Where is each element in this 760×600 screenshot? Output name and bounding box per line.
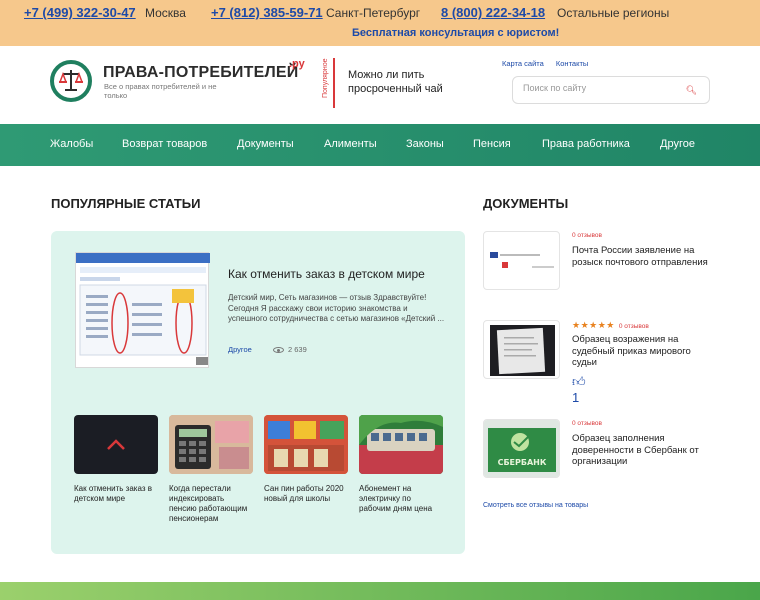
featured-article-description: Детский мир, Сеть магазинов — отзыв Здра… xyxy=(228,293,445,323)
documents-section-title: ДОКУМЕНТЫ xyxy=(483,196,569,211)
article-card-title[interactable]: Сан пин работы 2020 новый для школы xyxy=(264,484,348,504)
nav-complaints[interactable]: Жалобы xyxy=(50,138,93,150)
article-card[interactable]: Как отменить заказ в детском мире xyxy=(74,415,158,504)
region-other-label: Остальные регионы xyxy=(557,6,670,20)
document-rating: ★★★★★ 0 отзывов xyxy=(572,320,649,331)
featured-article-title[interactable]: Как отменить заказ в детском мире xyxy=(228,267,425,281)
eye-icon xyxy=(273,347,284,353)
views-count: 2 639 xyxy=(288,345,307,354)
article-card-image[interactable] xyxy=(359,415,443,474)
featured-article-views: 2 639 xyxy=(273,345,307,354)
scales-logo-icon[interactable] xyxy=(50,60,92,102)
footer-band xyxy=(0,582,760,600)
nav-pension[interactable]: Пенсия xyxy=(473,138,511,150)
document-reviews: 0 отзывов xyxy=(572,420,602,427)
phone-moscow-link[interactable]: +7 (499) 322-30-47 xyxy=(24,5,136,20)
nav-documents[interactable]: Документы xyxy=(237,138,294,150)
top-contact-bar: +7 (499) 322-30-47 Москва +7 (812) 385-5… xyxy=(0,0,760,46)
phone-spb-link[interactable]: +7 (812) 385-59-71 xyxy=(211,5,323,20)
like-button[interactable]: 👍︎ 1 xyxy=(572,374,586,405)
article-card-image[interactable] xyxy=(169,415,253,474)
document-reviews: 0 отзывов xyxy=(572,232,602,239)
featured-article-category[interactable]: Другое xyxy=(228,345,252,354)
nav-worker-rights[interactable]: Права работника xyxy=(542,138,630,150)
main-nav: Жалобы Возврат товаров Документы Алимент… xyxy=(0,124,760,166)
like-count: 1 xyxy=(572,390,580,405)
nav-returns[interactable]: Возврат товаров xyxy=(122,138,207,150)
article-card[interactable]: Когда перестали индексировать пенсию раб… xyxy=(169,415,253,524)
article-card-image[interactable] xyxy=(74,415,158,474)
featured-article-image[interactable] xyxy=(75,252,210,368)
document-reviews: 0 отзывов xyxy=(618,323,649,330)
search-input[interactable] xyxy=(523,83,683,93)
article-card[interactable]: Сан пин работы 2020 новый для школы xyxy=(264,415,348,504)
document-image[interactable] xyxy=(483,320,560,379)
document-title[interactable]: Почта России заявление на розыск почтово… xyxy=(572,245,712,268)
article-card-image[interactable] xyxy=(264,415,348,474)
all-reviews-link[interactable]: Смотреть все отзывы на товары xyxy=(483,502,588,509)
logo-subtitle: Все о правах потребителей и не только xyxy=(104,82,217,100)
header-links: Карта сайта Контакты xyxy=(502,59,588,68)
free-consultation-link[interactable]: Бесплатная консультация с юристом! xyxy=(352,27,559,39)
site-header: ПРАВА-ПОТРЕБИТЕЛЕЙ .ру Все о правах потр… xyxy=(0,46,760,124)
document-image[interactable] xyxy=(483,231,560,290)
article-card-title[interactable]: Когда перестали индексировать пенсию раб… xyxy=(169,484,253,524)
region-spb-label: Санкт-Петербург xyxy=(326,6,421,20)
contacts-link[interactable]: Контакты xyxy=(556,59,588,68)
popular-divider xyxy=(333,58,335,108)
search-icon[interactable]: 🔍︎ xyxy=(686,85,697,96)
popular-articles-panel: Как отменить заказ в детском мире Детски… xyxy=(51,231,465,554)
sitemap-link[interactable]: Карта сайта xyxy=(502,59,544,68)
logo-suffix: .ру xyxy=(289,58,305,70)
thumbs-up-icon: 👍︎ xyxy=(572,374,586,389)
popular-article-link[interactable]: Можно ли пить просроченный чай xyxy=(348,68,478,96)
article-card-title[interactable]: Как отменить заказ в детском мире xyxy=(74,484,158,504)
nav-other[interactable]: Другое xyxy=(660,138,695,150)
nav-alimony[interactable]: Алименты xyxy=(324,138,377,150)
nav-laws[interactable]: Законы xyxy=(406,138,444,150)
logo-title[interactable]: ПРАВА-ПОТРЕБИТЕЛЕЙ xyxy=(103,64,298,82)
region-moscow-label: Москва xyxy=(145,6,186,20)
rating-stars-icon: ★★★★★ xyxy=(572,320,615,330)
article-card[interactable]: Абонемент на электричку по рабочим дням … xyxy=(359,415,443,514)
popular-vertical-label: Популярное xyxy=(322,58,329,98)
article-card-title[interactable]: Абонемент на электричку по рабочим дням … xyxy=(359,484,443,514)
document-title[interactable]: Образец возражения на судебный приказ ми… xyxy=(572,334,712,369)
sberbank-logo-text: СБЕРБАНК xyxy=(498,458,547,467)
phone-regions-link[interactable]: 8 (800) 222-34-18 xyxy=(441,5,545,20)
search-box: 🔍︎ xyxy=(512,76,710,104)
popular-section-title: ПОПУЛЯРНЫЕ СТАТЬИ xyxy=(51,196,201,211)
document-image[interactable]: СБЕРБАНК xyxy=(483,419,560,478)
document-title[interactable]: Образец заполнения доверенности в Сберба… xyxy=(572,433,712,468)
